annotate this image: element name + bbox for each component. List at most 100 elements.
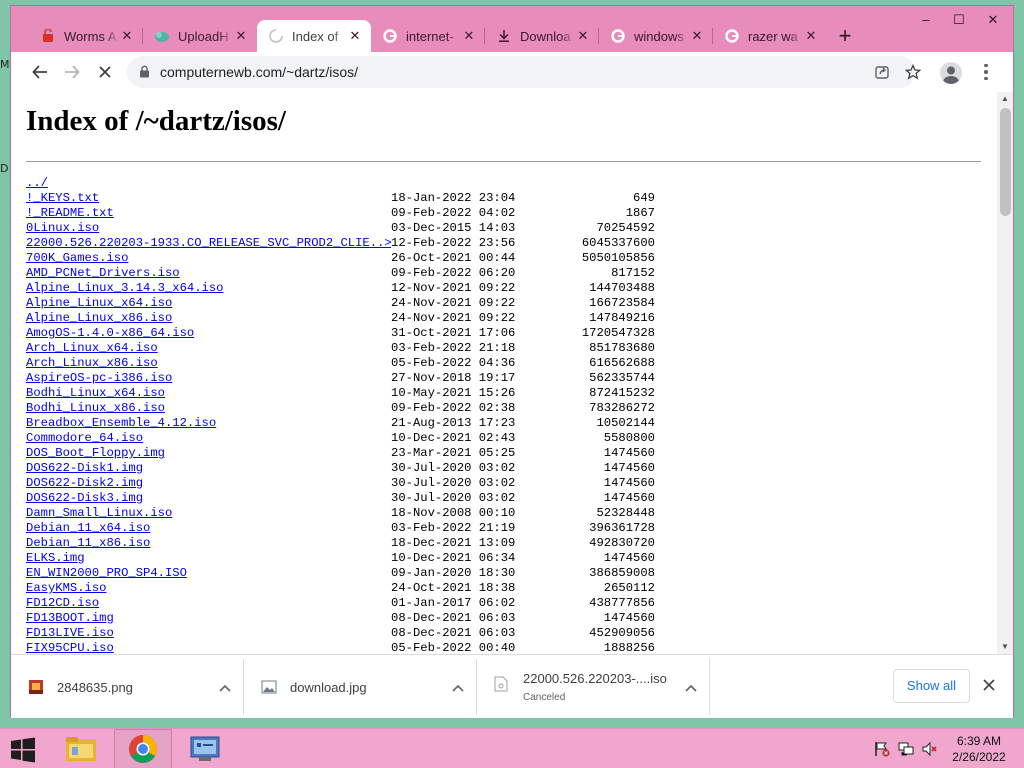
file-link[interactable]: Commodore_64.iso: [26, 431, 391, 446]
tab-title: windows: [634, 28, 684, 44]
download-item[interactable]: download.jpg: [244, 659, 477, 715]
browser-menu-icon[interactable]: [978, 60, 994, 84]
file-link[interactable]: !_KEYS.txt: [26, 191, 391, 206]
address-bar[interactable]: computernewb.com/~dartz/isos/: [127, 56, 921, 88]
maximize-button[interactable]: ☐: [947, 12, 971, 30]
system-clock[interactable]: 6:39 AM 2/26/2022: [944, 733, 1014, 765]
notification-flag-icon[interactable]: [874, 741, 890, 757]
close-icon[interactable]: ✕: [347, 28, 363, 44]
bookmark-star-icon[interactable]: [905, 64, 921, 80]
file-row: FIX95CPU.iso 05-Feb-2022 00:40 1888256: [26, 641, 984, 654]
file-explorer-taskbar-button[interactable]: [52, 729, 110, 768]
scroll-down-arrow-icon[interactable]: ▼: [997, 640, 1013, 654]
url-text[interactable]: computernewb.com/~dartz/isos/: [160, 64, 358, 80]
download-item[interactable]: 2848635.png: [11, 659, 244, 715]
file-link[interactable]: FD13LIVE.iso: [26, 626, 391, 641]
file-link[interactable]: 0Linux.iso: [26, 221, 391, 236]
tab-internet-search[interactable]: internet- ✕: [371, 20, 485, 52]
file-link[interactable]: Debian_11_x86.iso: [26, 536, 391, 551]
tab-title: razer wa: [748, 28, 798, 44]
file-link[interactable]: ELKS.img: [26, 551, 391, 566]
file-link[interactable]: DOS_Boot_Floppy.img: [26, 446, 391, 461]
minimize-button[interactable]: –: [914, 12, 938, 30]
close-icon[interactable]: ✕: [575, 28, 591, 44]
file-link[interactable]: DOS622-Disk1.img: [26, 461, 391, 476]
file-link[interactable]: FD13BOOT.img: [26, 611, 391, 626]
file-date: 09-Feb-2022 04:02: [391, 206, 516, 220]
close-icon[interactable]: ✕: [461, 28, 477, 44]
download-item[interactable]: 22000.526.220203-....iso Canceled: [477, 659, 710, 715]
file-link[interactable]: Bodhi_Linux_x86.iso: [26, 401, 391, 416]
file-link[interactable]: FIX95CPU.iso: [26, 641, 391, 654]
file-date: 05-Feb-2022 04:36: [391, 356, 516, 370]
close-icon[interactable]: ✕: [119, 28, 135, 44]
chrome-taskbar-button[interactable]: [114, 729, 172, 768]
back-button[interactable]: [28, 60, 52, 84]
file-link[interactable]: DOS622-Disk2.img: [26, 476, 391, 491]
file-link[interactable]: FD12CD.iso: [26, 596, 391, 611]
file-link[interactable]: Bodhi_Linux_x64.iso: [26, 386, 391, 401]
file-row: !_KEYS.txt 18-Jan-2022 23:04 649: [26, 191, 984, 206]
forward-button[interactable]: [60, 60, 84, 84]
file-link[interactable]: Breadbox_Ensemble_4.12.iso: [26, 416, 391, 431]
file-row: Alpine_Linux_x86.iso 24-Nov-2021 09:22 147…: [26, 311, 984, 326]
file-row: Breadbox_Ensemble_4.12.iso 21-Aug-2013 17…: [26, 416, 984, 431]
taskbar: 6:39 AM 2/26/2022: [0, 728, 1024, 768]
file-link[interactable]: Damn_Small_Linux.iso: [26, 506, 391, 521]
file-link[interactable]: AMD_PCNet_Drivers.iso: [26, 266, 391, 281]
tab-uploadhaven[interactable]: UploadH ✕: [143, 20, 257, 52]
close-downloads-bar-icon[interactable]: [981, 677, 997, 693]
file-link[interactable]: AspireOS-pc-i386.iso: [26, 371, 391, 386]
close-icon[interactable]: ✕: [233, 28, 249, 44]
file-link[interactable]: DOS622-Disk3.img: [26, 491, 391, 506]
file-row: Arch_Linux_x86.iso 05-Feb-2022 04:36 61656…: [26, 356, 984, 371]
scrollbar-thumb[interactable]: [1000, 108, 1011, 216]
file-link[interactable]: !_README.txt: [26, 206, 391, 221]
control-panel-taskbar-button[interactable]: [176, 729, 234, 768]
vertical-scrollbar[interactable]: ▲ ▼: [997, 92, 1013, 654]
show-all-downloads-button[interactable]: Show all: [893, 669, 970, 703]
file-date: 08-Dec-2021 06:03: [391, 611, 516, 625]
profile-avatar[interactable]: [940, 62, 962, 84]
parent-directory-link[interactable]: ../: [26, 176, 391, 191]
file-link[interactable]: Alpine_Linux_x86.iso: [26, 311, 391, 326]
file-link[interactable]: Arch_Linux_x86.iso: [26, 356, 391, 371]
file-size: 10502144: [596, 416, 655, 430]
file-link[interactable]: Alpine_Linux_x64.iso: [26, 296, 391, 311]
file-link[interactable]: EN_WIN2000_PRO_SP4.ISO: [26, 566, 391, 581]
google-favicon-icon: [724, 28, 740, 44]
network-icon[interactable]: [898, 741, 914, 757]
file-link[interactable]: 700K_Games.iso: [26, 251, 391, 266]
file-link[interactable]: Arch_Linux_x64.iso: [26, 341, 391, 356]
file-row: DOS_Boot_Floppy.img 23-Mar-2021 05:25 1474…: [26, 446, 984, 461]
close-window-button[interactable]: ✕: [981, 12, 1005, 30]
tab-index-of[interactable]: Index of ✕: [257, 20, 371, 52]
file-link[interactable]: AmogOS-1.4.0-x86_64.iso: [26, 326, 391, 341]
file-row: AmogOS-1.4.0-x86_64.iso 31-Oct-2021 17:06…: [26, 326, 984, 341]
volume-muted-icon[interactable]: [922, 741, 938, 757]
close-icon[interactable]: ✕: [803, 28, 819, 44]
file-link[interactable]: 22000.526.220203-1933.CO_RELEASE_SVC_PRO…: [26, 236, 391, 251]
new-tab-button[interactable]: +: [833, 25, 857, 49]
share-icon[interactable]: [874, 64, 890, 80]
stop-button[interactable]: [93, 60, 117, 84]
file-link[interactable]: Alpine_Linux_3.14.3_x64.iso: [26, 281, 391, 296]
back-arrow-icon: [32, 65, 47, 79]
file-date: 24-Nov-2021 09:22: [391, 296, 516, 310]
tab-razer-search[interactable]: razer wa ✕: [713, 20, 827, 52]
file-date: 18-Nov-2008 00:10: [391, 506, 516, 520]
chevron-up-icon[interactable]: [218, 681, 232, 695]
google-favicon-icon: [610, 28, 626, 44]
chevron-up-icon[interactable]: [451, 681, 465, 695]
tab-windows-search[interactable]: windows ✕: [599, 20, 713, 52]
file-link[interactable]: EasyKMS.iso: [26, 581, 391, 596]
tab-download[interactable]: Downloa ✕: [485, 20, 599, 52]
file-size: 562335744: [589, 371, 655, 385]
chevron-up-icon[interactable]: [684, 681, 698, 695]
windows-start-icon[interactable]: [10, 737, 36, 763]
file-row: Debian_11_x64.iso 03-Feb-2022 21:19 396361…: [26, 521, 984, 536]
close-icon[interactable]: ✕: [689, 28, 705, 44]
file-link[interactable]: Debian_11_x64.iso: [26, 521, 391, 536]
tab-worms[interactable]: Worms A ✕: [29, 20, 143, 52]
scroll-up-arrow-icon[interactable]: ▲: [997, 92, 1013, 106]
